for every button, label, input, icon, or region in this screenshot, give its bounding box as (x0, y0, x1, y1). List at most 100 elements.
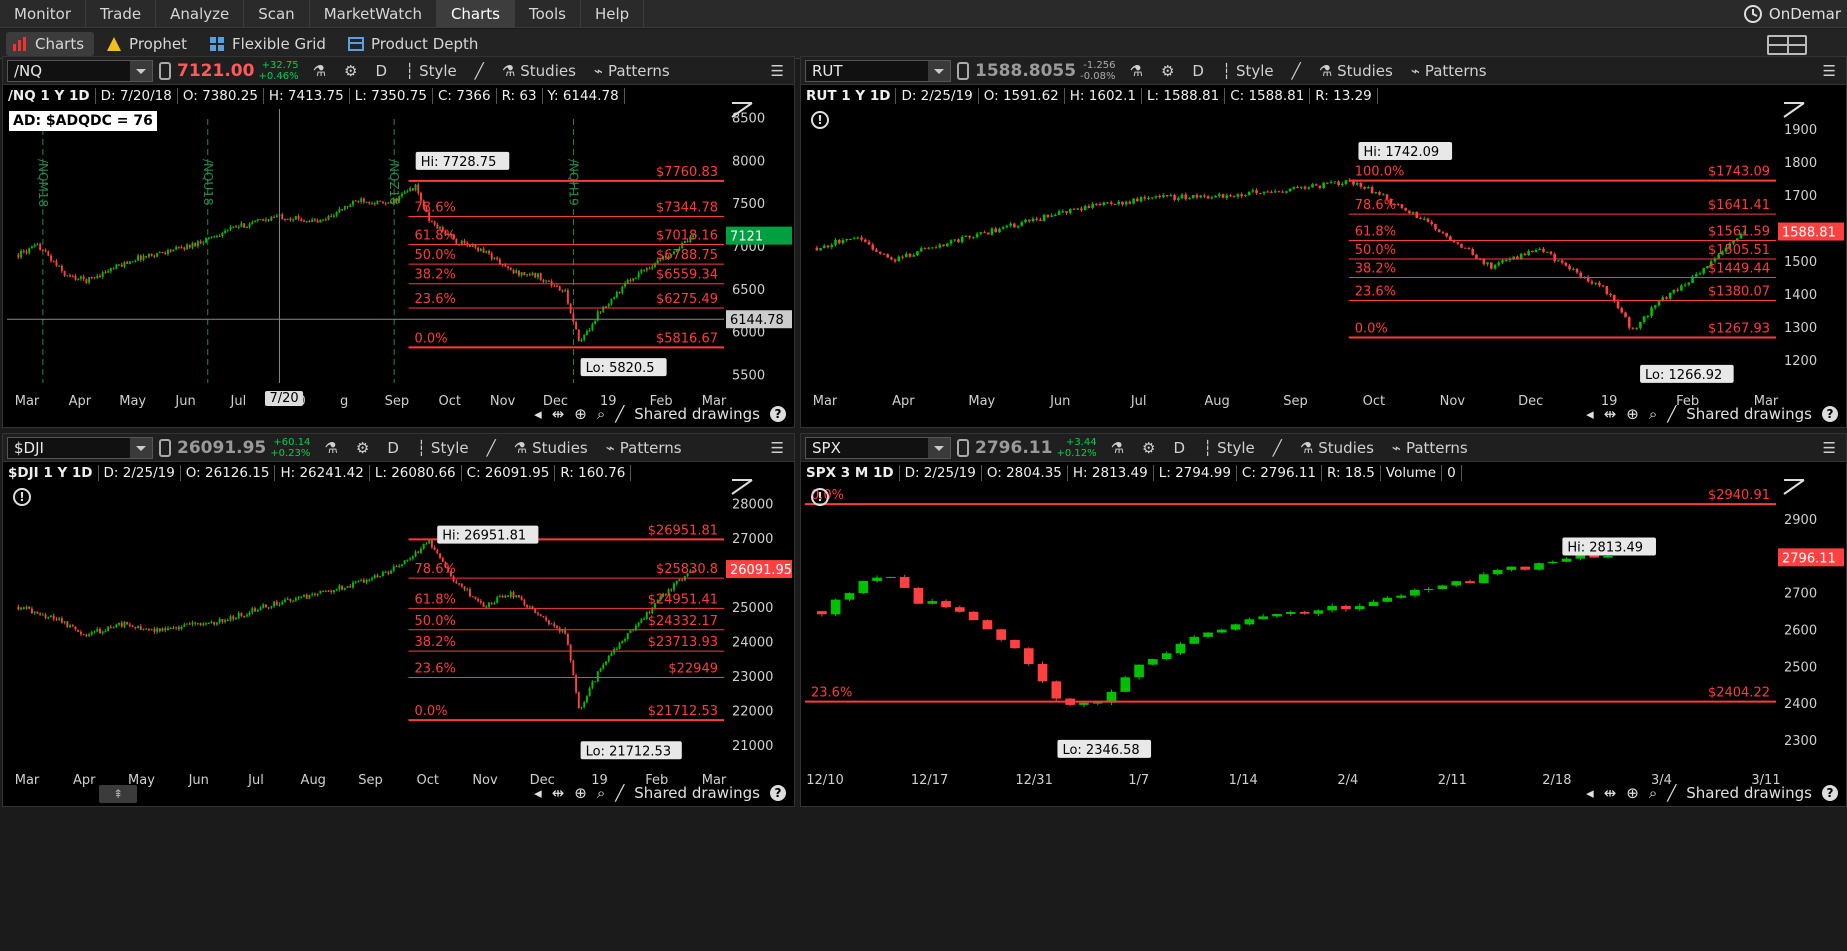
candle (303, 219, 305, 223)
crosshair-icon[interactable]: ⊕ (574, 405, 587, 423)
candle (99, 273, 101, 279)
zoom-fit-icon[interactable]: ⇹ (1604, 405, 1617, 423)
candle (599, 311, 602, 315)
help-icon[interactable]: ? (770, 406, 786, 422)
scroll-left-icon[interactable]: ◂ (534, 784, 542, 802)
alert-icon[interactable]: ! (811, 488, 829, 506)
candle (615, 290, 618, 299)
product-depth-icon (347, 36, 364, 51)
candle (1020, 220, 1024, 227)
shared-drawings-button[interactable]: Shared drawings (634, 405, 760, 423)
trendline-tool-icon[interactable] (1783, 102, 1805, 118)
hi-label-text: Hi: 2813.49 (1567, 541, 1643, 556)
candle (1150, 197, 1154, 200)
candle (1236, 193, 1240, 199)
flexible-grid-tab[interactable]: Flexible Grid (203, 32, 336, 56)
candle (523, 271, 526, 276)
shared-drawings-button[interactable]: Shared drawings (634, 784, 760, 802)
fib-percent-label: 23.6% (1355, 284, 1396, 299)
candle (651, 264, 654, 271)
candle (150, 628, 153, 631)
candle (403, 560, 406, 565)
candle (1441, 230, 1445, 235)
candle (875, 247, 878, 253)
scroll-left-icon[interactable]: ◂ (1586, 405, 1594, 423)
candle (566, 632, 569, 646)
candle (1307, 186, 1311, 191)
menu-trade[interactable]: Trade (86, 0, 157, 28)
candle (1344, 180, 1348, 186)
price-chart[interactable]: 19001800170016001500140013001200MarAprMa… (801, 57, 1846, 427)
candle (531, 271, 534, 276)
candle (362, 577, 365, 583)
menu-charts[interactable]: Charts (436, 0, 515, 28)
candle (1665, 296, 1668, 300)
candle (1240, 192, 1243, 199)
grid-layout-icon[interactable] (1767, 35, 1807, 55)
candle (74, 626, 77, 631)
candle (1083, 204, 1087, 211)
draw-icon[interactable]: ╱ (615, 784, 624, 802)
shared-drawings-button[interactable]: Shared drawings (1686, 405, 1812, 423)
scroll-left-icon[interactable]: ◂ (1586, 784, 1594, 802)
charts-tab[interactable]: Charts (6, 31, 95, 56)
ondemand-button[interactable]: OnDemar (1743, 0, 1847, 28)
candle (496, 595, 499, 604)
candle (245, 613, 248, 618)
menu-analyze[interactable]: Analyze (156, 0, 245, 28)
trendline-tool-icon[interactable] (731, 479, 753, 495)
menu-tools[interactable]: Tools (515, 0, 581, 28)
product-depth-tab[interactable]: Product Depth (342, 32, 488, 56)
zoom-in-icon[interactable]: ⌕ (597, 784, 605, 802)
draw-icon[interactable]: ╱ (615, 405, 624, 423)
candle (1572, 267, 1575, 271)
alert-icon[interactable]: ! (811, 111, 829, 129)
help-icon[interactable]: ? (1822, 406, 1838, 422)
candle (1042, 214, 1046, 222)
crosshair-icon[interactable]: ⊕ (1626, 405, 1639, 423)
y-tick-label: 27000 (732, 532, 773, 547)
zoom-fit-icon[interactable]: ⇹ (552, 784, 565, 802)
candle (186, 623, 188, 625)
candle (338, 583, 341, 592)
menu-scan[interactable]: Scan (244, 0, 310, 28)
candle (330, 213, 333, 218)
menu-monitor[interactable]: Monitor (0, 0, 87, 28)
candle (602, 306, 605, 313)
zoom-in-icon[interactable]: ⌕ (1649, 784, 1657, 802)
draw-icon[interactable]: ╱ (1667, 405, 1676, 423)
candle (305, 220, 308, 224)
shared-drawings-button[interactable]: Shared drawings (1686, 784, 1812, 802)
zoom-in-icon[interactable]: ⌕ (1649, 405, 1657, 423)
zoom-in-icon[interactable]: ⌕ (597, 405, 605, 423)
menu-help[interactable]: Help (581, 0, 645, 28)
candle (469, 587, 471, 598)
draw-icon[interactable]: ╱ (1667, 784, 1676, 802)
zoom-fit-icon[interactable]: ⇹ (1604, 784, 1617, 802)
crosshair-icon[interactable]: ⊕ (574, 784, 587, 802)
fib-percent-label: 0.0% (415, 704, 448, 719)
candle (1299, 186, 1303, 190)
candle (1367, 185, 1370, 189)
crosshair-icon[interactable]: ⊕ (1626, 784, 1639, 802)
price-chart[interactable]: 290028002700260025002400230012/1012/1712… (801, 434, 1846, 806)
hi-label-text: Hi: 1742.09 (1363, 145, 1439, 160)
zoom-fit-icon[interactable]: ⇹ (552, 405, 565, 423)
prophet-tab[interactable]: Prophet (100, 32, 197, 56)
menu-marketwatch[interactable]: MarketWatch (310, 0, 437, 28)
help-icon[interactable]: ? (770, 785, 786, 801)
trendline-tool-icon[interactable] (1783, 479, 1805, 495)
scroll-thumb[interactable]: ⇞ (99, 785, 137, 803)
candle (338, 206, 341, 214)
candle (156, 252, 159, 258)
candle (1292, 186, 1296, 191)
alert-icon[interactable]: ! (13, 488, 31, 506)
help-icon[interactable]: ? (1822, 785, 1838, 801)
candle (1624, 311, 1627, 318)
candle (218, 234, 221, 237)
candle (507, 265, 510, 271)
price-chart[interactable]: 2800027000260002500024000230002200021000… (3, 434, 794, 806)
scroll-left-icon[interactable]: ◂ (534, 405, 542, 423)
current-price-tag: 26091.95 (726, 560, 792, 579)
candle (507, 595, 510, 598)
